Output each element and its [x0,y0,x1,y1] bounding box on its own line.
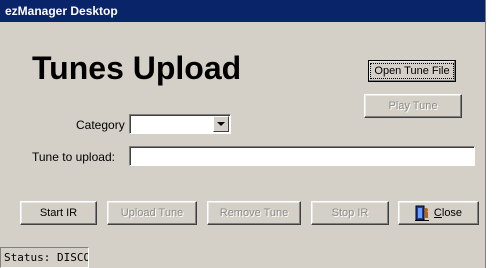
stop-ir-label: Stop IR [331,207,369,219]
door-exit-icon [414,205,429,221]
window-titlebar[interactable]: ezManager Desktop [0,0,485,22]
start-ir-label: Start IR [39,207,78,219]
play-tune-label: Play Tune [388,100,438,112]
tune-to-upload-label: Tune to upload: [32,150,115,164]
stop-ir-button[interactable]: Stop IR [311,201,389,225]
open-tune-file-button[interactable]: Open Tune File [368,60,456,82]
category-label: Category [76,118,125,132]
remove-tune-button[interactable]: Remove Tune [207,201,301,225]
close-label: Close [433,207,463,219]
chevron-down-icon[interactable] [213,116,229,132]
start-ir-button[interactable]: Start IR [20,201,97,225]
upload-tune-label: Upload Tune [120,207,184,219]
app-window: ezManager Desktop Tunes Upload Open Tune… [0,0,486,268]
tune-to-upload-field[interactable] [129,146,475,166]
status-text: Status: DISCO [4,251,89,264]
page-title: Tunes Upload [32,50,242,86]
status-bar: Status: DISCO [0,247,89,268]
remove-tune-label: Remove Tune [219,207,289,219]
window-title: ezManager Desktop [5,4,118,18]
category-select[interactable] [129,114,231,134]
upload-tune-button[interactable]: Upload Tune [107,201,197,225]
close-button[interactable]: Close [398,201,479,225]
play-tune-button[interactable]: Play Tune [364,94,462,118]
open-tune-file-label: Open Tune File [370,63,454,79]
